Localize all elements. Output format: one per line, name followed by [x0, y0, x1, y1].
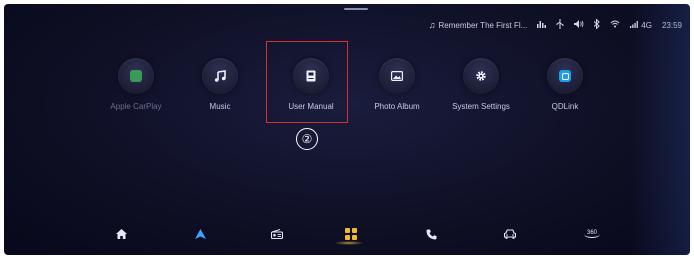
network-type: 4G	[641, 20, 652, 30]
phone-icon[interactable]	[416, 223, 446, 245]
cellular-status: 4G	[630, 20, 652, 30]
app-label: System Settings	[452, 102, 510, 111]
music-note-icon	[202, 58, 238, 94]
pull-down-handle[interactable]	[344, 8, 368, 10]
car-icon[interactable]	[495, 223, 525, 245]
gear-icon	[463, 58, 499, 94]
carplay-icon	[118, 58, 154, 94]
app-system-settings[interactable]: System Settings	[441, 58, 521, 111]
radio-icon[interactable]	[262, 223, 292, 245]
app-label: QDLink	[551, 102, 579, 111]
photo-icon	[379, 58, 415, 94]
app-label: Photo Album	[374, 102, 420, 111]
usb-icon	[556, 19, 564, 31]
now-playing[interactable]: ♫ Remember The First Fl...	[429, 20, 528, 30]
bottom-dock: 360	[4, 223, 690, 245]
view-360-label: 360	[583, 230, 600, 238]
status-bar: ♫ Remember The First Fl... 4G 23:59	[429, 18, 682, 32]
app-label: Apple CarPlay	[110, 102, 162, 111]
highlight-box	[266, 41, 348, 123]
callout-marker: ②	[296, 128, 318, 150]
view-360-icon[interactable]: 360	[577, 223, 607, 245]
now-playing-title: Remember The First Fl...	[438, 20, 528, 30]
bluetooth-icon	[593, 18, 601, 31]
volume-icon	[574, 20, 584, 30]
home-icon[interactable]	[106, 223, 136, 245]
music-note-icon: ♫	[428, 20, 436, 30]
equalizer-icon	[537, 20, 547, 30]
signal-icon	[630, 20, 639, 30]
app-apple-carplay[interactable]: Apple CarPlay	[96, 58, 176, 111]
wifi-icon	[610, 20, 620, 30]
clock: 23:59	[661, 20, 682, 30]
qdlink-icon	[547, 58, 583, 94]
app-qdlink[interactable]: QDLink	[525, 58, 605, 111]
app-label: Music	[209, 102, 231, 111]
app-photo-album[interactable]: Photo Album	[357, 58, 437, 111]
navigation-arrow-icon[interactable]	[185, 223, 215, 245]
active-indicator	[334, 241, 364, 245]
app-music[interactable]: Music	[180, 58, 260, 111]
